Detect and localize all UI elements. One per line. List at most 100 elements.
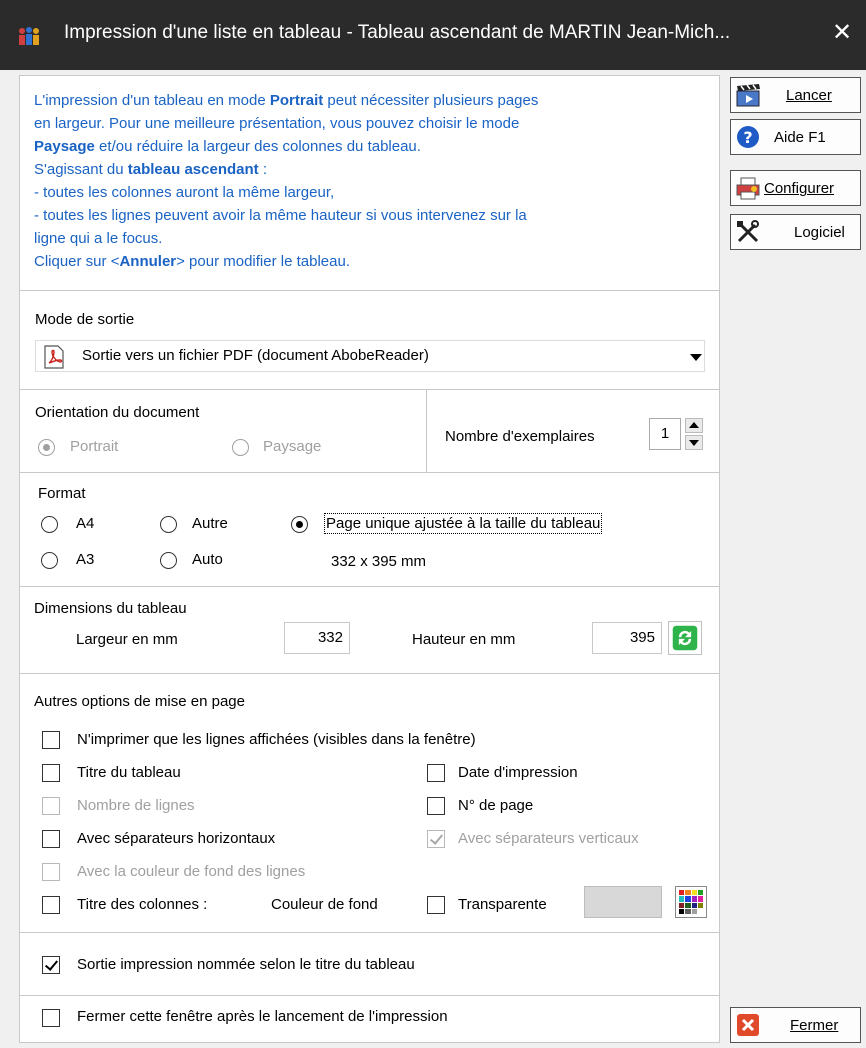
portrait-label: Portrait [70,438,119,455]
aide-label: Aide F1 [774,129,826,146]
orientation-section: Orientation du document Portrait Paysage [19,389,427,473]
refresh-icon [672,625,698,651]
titre-colonnes-label: Titre des colonnes : [77,896,208,913]
info-segment: - toutes les lignes peuvent avoir la mêm… [34,207,527,224]
format-section: Format A4 Autre Page unique ajustée à la… [19,472,720,587]
page-size-text: 332 x 395 mm [331,553,427,570]
copies-section: Nombre d'exemplaires 1 [426,389,720,473]
info-text: L'impression d'un tableau en mode Portra… [34,89,538,273]
sep-verticaux-checkbox[interactable] [427,830,445,848]
couleur-fond-label: Couleur de fond [271,896,378,913]
info-segment: - toutes les colonnes auront la même lar… [34,184,335,201]
autre-label: Autre [192,515,228,532]
copies-stepper[interactable]: 1 [649,418,705,450]
transparente-checkbox[interactable] [427,896,445,914]
sep-horizontaux-checkbox[interactable] [42,830,60,848]
page-options-label: Autres options de mise en page [34,693,245,710]
info-segment: ligne qui a le focus. [34,230,163,247]
info-segment: S'agissant du [34,161,128,178]
hauteur-label: Hauteur en mm [412,631,516,648]
num-page-label: N° de page [458,797,534,814]
info-line: L'impression d'un tableau en mode Portra… [34,89,538,112]
increment-arrow-icon[interactable] [685,418,703,433]
info-segment: et/ou réduire la largeur des colonnes du… [94,138,421,155]
fermer-apres-checkbox[interactable] [42,1009,60,1027]
aide-button[interactable]: ? Aide F1 [730,119,861,155]
nombre-lignes-label: Nombre de lignes [77,797,195,814]
info-line: Paysage et/ou réduire la largeur des col… [34,135,538,158]
info-segment: Cliquer sur < [34,253,120,270]
paysage-radio[interactable] [232,439,249,456]
orientation-label: Orientation du document [35,404,200,421]
lancer-button[interactable]: Lancer [730,77,861,113]
info-line: - toutes les lignes peuvent avoir la mêm… [34,204,538,227]
info-line: - toutes les colonnes auront la même lar… [34,181,538,204]
sortie-nommee-checkbox[interactable] [42,956,60,974]
sep-verticaux-label: Avec séparateurs verticaux [458,830,639,847]
copies-value[interactable]: 1 [649,418,681,450]
largeur-field[interactable]: 332 [284,622,350,654]
info-emphasis: Paysage [34,138,95,155]
close-after-section: Fermer cette fenêtre après le lancement … [19,995,720,1043]
info-line: en largeur. Pour une meilleure présentat… [34,112,538,135]
transparente-label: Transparente [458,896,547,913]
titre-colonnes-checkbox[interactable] [42,896,60,914]
couleur-fond-lignes-checkbox[interactable] [42,863,60,881]
hauteur-field[interactable]: 395 [592,622,662,654]
page-options-section: Autres options de mise en page N'imprime… [19,673,720,933]
clapperboard-icon [736,84,760,107]
info-line: Cliquer sur <Annuler> pour modifier le t… [34,250,538,273]
fermer-apres-label: Fermer cette fenêtre après le lancement … [77,1008,448,1025]
titre-tableau-checkbox[interactable] [42,764,60,782]
largeur-label: Largeur en mm [76,631,178,648]
a3-radio[interactable] [41,552,58,569]
fermer-label: Fermer [790,1017,839,1034]
date-impression-checkbox[interactable] [427,764,445,782]
pdf-icon [44,345,64,369]
info-segment: en largeur. Pour une meilleure présentat… [34,115,520,132]
titre-tableau-label: Titre du tableau [77,764,181,781]
info-segment: : [258,161,267,178]
decrement-arrow-icon[interactable] [685,435,703,450]
window-title: Impression d'une liste en tableau - Tabl… [64,22,731,43]
portrait-radio[interactable] [38,439,55,456]
autre-radio[interactable] [160,516,177,533]
info-emphasis: Portrait [269,92,324,109]
color-swatch[interactable] [584,886,662,918]
configurer-button[interactable]: Configurer [730,170,861,206]
page-unique-radio[interactable] [291,516,308,533]
info-panel: L'impression d'un tableau en mode Portra… [19,75,720,291]
chevron-down-icon[interactable] [690,354,702,361]
copies-label: Nombre d'exemplaires [445,428,595,445]
configurer-label: Configurer [764,180,835,197]
named-output-section: Sortie impression nommée selon le titre … [19,932,720,996]
help-icon: ? [737,126,759,148]
num-page-checkbox[interactable] [427,797,445,815]
output-mode-section: Mode de sortie Sortie vers un fichier PD… [19,290,720,390]
refresh-button[interactable] [668,621,702,655]
output-mode-label: Mode de sortie [35,311,135,328]
close-icon [737,1014,759,1036]
info-segment: L'impression d'un tableau en mode [34,92,270,109]
lignes-affichees-checkbox[interactable] [42,731,60,749]
dimensions-section: Dimensions du tableau Largeur en mm 332 … [19,586,720,674]
format-label: Format [38,485,86,502]
paysage-label: Paysage [263,438,322,455]
close-icon[interactable]: ✕ [828,18,856,48]
color-palette-icon[interactable] [675,886,707,918]
auto-radio[interactable] [160,552,177,569]
nombre-lignes-checkbox[interactable] [42,797,60,815]
logiciel-label: Logiciel [794,224,845,241]
couleur-fond-lignes-label: Avec la couleur de fond des lignes [77,863,306,880]
tools-icon [737,220,759,243]
a4-radio[interactable] [41,516,58,533]
printer-config-icon [736,177,760,200]
output-mode-select[interactable]: Sortie vers un fichier PDF (document Abo… [35,340,705,372]
svg-text:?: ? [743,128,752,147]
logiciel-button[interactable]: Logiciel [730,214,861,250]
info-segment: peut nécessiter plusieurs pages [323,92,539,109]
info-segment: > pour modifier le tableau. [176,253,350,270]
fermer-button[interactable]: Fermer [730,1007,861,1043]
page-unique-label[interactable]: Page unique ajustée à la taille du table… [323,513,603,534]
people-app-icon [19,27,39,45]
